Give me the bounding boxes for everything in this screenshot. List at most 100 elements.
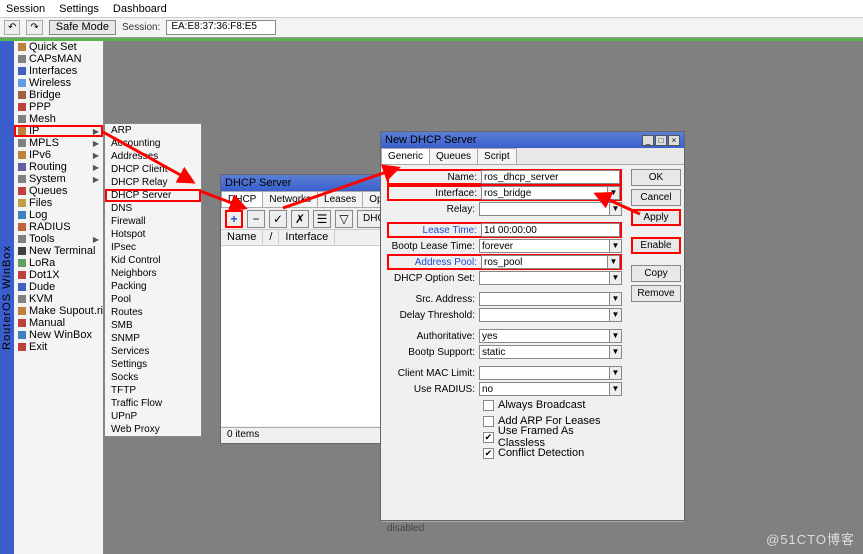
field-input[interactable]: 1d 00:00:00 <box>481 223 620 237</box>
sidebar-item-files[interactable]: Files <box>14 197 103 209</box>
menu-dashboard[interactable]: Dashboard <box>113 3 167 15</box>
submenu-item-pool[interactable]: Pool <box>105 293 201 306</box>
sidebar-item-new-terminal[interactable]: New Terminal <box>14 245 103 257</box>
tab-dhcp[interactable]: DHCP <box>221 191 263 207</box>
tab-script[interactable]: Script <box>477 148 517 164</box>
dropdown-icon[interactable]: ▼ <box>610 271 622 285</box>
field-input[interactable]: static <box>479 345 610 359</box>
sidebar-item-dude[interactable]: Dude <box>14 281 103 293</box>
sidebar-item-wireless[interactable]: Wireless <box>14 77 103 89</box>
field-input[interactable]: ros_bridge <box>481 186 608 200</box>
tab-leases[interactable]: Leases <box>317 191 363 207</box>
dropdown-icon[interactable]: ▼ <box>610 202 622 216</box>
col-interface[interactable]: Interface <box>279 230 335 245</box>
sidebar-item-kvm[interactable]: KVM <box>14 293 103 305</box>
submenu-item-addresses[interactable]: Addresses <box>105 150 201 163</box>
comment-button[interactable]: ☰ <box>313 210 331 228</box>
dropdown-icon[interactable]: ▼ <box>610 366 622 380</box>
enable-button[interactable]: Enable <box>631 237 681 254</box>
filter-button[interactable]: ▽ <box>335 210 353 228</box>
submenu-item-traffic-flow[interactable]: Traffic Flow <box>105 397 201 410</box>
sidebar-item-manual[interactable]: Manual <box>14 317 103 329</box>
ok-button[interactable]: OK <box>631 169 681 186</box>
sidebar-item-ipv6[interactable]: IPv6▶ <box>14 149 103 161</box>
submenu-item-upnp[interactable]: UPnP <box>105 410 201 423</box>
dropdown-icon[interactable]: ▼ <box>610 239 622 253</box>
dropdown-icon[interactable]: ▼ <box>610 329 622 343</box>
remove-button[interactable]: Remove <box>631 285 681 302</box>
sidebar-item-exit[interactable]: Exit <box>14 341 103 353</box>
sidebar-item-interfaces[interactable]: Interfaces <box>14 65 103 77</box>
copy-button[interactable]: Copy <box>631 265 681 282</box>
submenu-item-hotspot[interactable]: Hotspot <box>105 228 201 241</box>
remove-button[interactable]: − <box>247 210 265 228</box>
checkbox-use-framed-as-classless[interactable]: ✔Use Framed As Classless <box>387 429 622 445</box>
sidebar-item-new-winbox[interactable]: New WinBox <box>14 329 103 341</box>
safe-mode-button[interactable]: Safe Mode <box>49 20 116 35</box>
field-input[interactable]: no <box>479 382 610 396</box>
field-input[interactable] <box>479 292 610 306</box>
sidebar-item-routing[interactable]: Routing▶ <box>14 161 103 173</box>
sidebar-item-quick-set[interactable]: Quick Set <box>14 41 103 53</box>
sidebar-item-capsman[interactable]: CAPsMAN <box>14 53 103 65</box>
submenu-item-dns[interactable]: DNS <box>105 202 201 215</box>
submenu-item-routes[interactable]: Routes <box>105 306 201 319</box>
dropdown-icon[interactable]: ▼ <box>610 382 622 396</box>
field-input[interactable] <box>479 366 610 380</box>
sidebar-item-ppp[interactable]: PPP <box>14 101 103 113</box>
dialog-titlebar[interactable]: New DHCP Server _□× <box>381 132 684 148</box>
submenu-item-snmp[interactable]: SNMP <box>105 332 201 345</box>
tab-networks[interactable]: Networks <box>262 191 318 207</box>
sidebar-item-ip[interactable]: IP▶ <box>14 125 103 137</box>
field-input[interactable] <box>479 308 610 322</box>
sidebar-item-mpls[interactable]: MPLS▶ <box>14 137 103 149</box>
submenu-item-dhcp-client[interactable]: DHCP Client <box>105 163 201 176</box>
sidebar-item-tools[interactable]: Tools▶ <box>14 233 103 245</box>
sidebar-item-queues[interactable]: Queues <box>14 185 103 197</box>
close-button[interactable]: × <box>668 135 680 146</box>
sidebar-item-bridge[interactable]: Bridge <box>14 89 103 101</box>
submenu-item-accounting[interactable]: Accounting <box>105 137 201 150</box>
dropdown-icon[interactable]: ▼ <box>608 186 620 200</box>
field-input[interactable]: yes <box>479 329 610 343</box>
field-input[interactable] <box>479 271 610 285</box>
submenu-item-socks[interactable]: Socks <box>105 371 201 384</box>
submenu-item-kid-control[interactable]: Kid Control <box>105 254 201 267</box>
minimize-button[interactable]: _ <box>642 135 654 146</box>
redo-button[interactable]: ↷ <box>26 20 42 35</box>
submenu-item-ipsec[interactable]: IPsec <box>105 241 201 254</box>
dropdown-icon[interactable]: ▼ <box>610 292 622 306</box>
sidebar-item-lora[interactable]: LoRa <box>14 257 103 269</box>
submenu-item-neighbors[interactable]: Neighbors <box>105 267 201 280</box>
col-sort[interactable]: / <box>263 230 279 245</box>
submenu-item-firewall[interactable]: Firewall <box>105 215 201 228</box>
col-name[interactable]: Name <box>221 230 263 245</box>
disable-button[interactable]: ✗ <box>291 210 309 228</box>
menu-settings[interactable]: Settings <box>59 3 99 15</box>
dropdown-icon[interactable]: ▼ <box>610 345 622 359</box>
sidebar-item-radius[interactable]: RADIUS <box>14 221 103 233</box>
field-input[interactable]: ros_dhcp_server <box>481 170 620 184</box>
submenu-item-smb[interactable]: SMB <box>105 319 201 332</box>
dropdown-icon[interactable]: ▼ <box>608 255 620 269</box>
submenu-item-tftp[interactable]: TFTP <box>105 384 201 397</box>
sidebar-item-make-supout-rif[interactable]: Make Supout.rif <box>14 305 103 317</box>
sidebar-item-dot1x[interactable]: Dot1X <box>14 269 103 281</box>
apply-button[interactable]: Apply <box>631 209 681 226</box>
submenu-item-services[interactable]: Services <box>105 345 201 358</box>
submenu-item-settings[interactable]: Settings <box>105 358 201 371</box>
enable-button[interactable]: ✓ <box>269 210 287 228</box>
menu-session[interactable]: Session <box>6 3 45 15</box>
field-input[interactable]: ros_pool <box>481 255 608 269</box>
sidebar-item-log[interactable]: Log <box>14 209 103 221</box>
sidebar-item-mesh[interactable]: Mesh <box>14 113 103 125</box>
submenu-item-packing[interactable]: Packing <box>105 280 201 293</box>
submenu-item-dhcp-relay[interactable]: DHCP Relay <box>105 176 201 189</box>
maximize-button[interactable]: □ <box>655 135 667 146</box>
submenu-item-dhcp-server[interactable]: DHCP Server <box>105 189 201 202</box>
undo-button[interactable]: ↶ <box>4 20 20 35</box>
add-button[interactable]: + <box>225 210 243 228</box>
field-input[interactable]: forever <box>479 239 610 253</box>
submenu-item-web-proxy[interactable]: Web Proxy <box>105 423 201 436</box>
cancel-button[interactable]: Cancel <box>631 189 681 206</box>
